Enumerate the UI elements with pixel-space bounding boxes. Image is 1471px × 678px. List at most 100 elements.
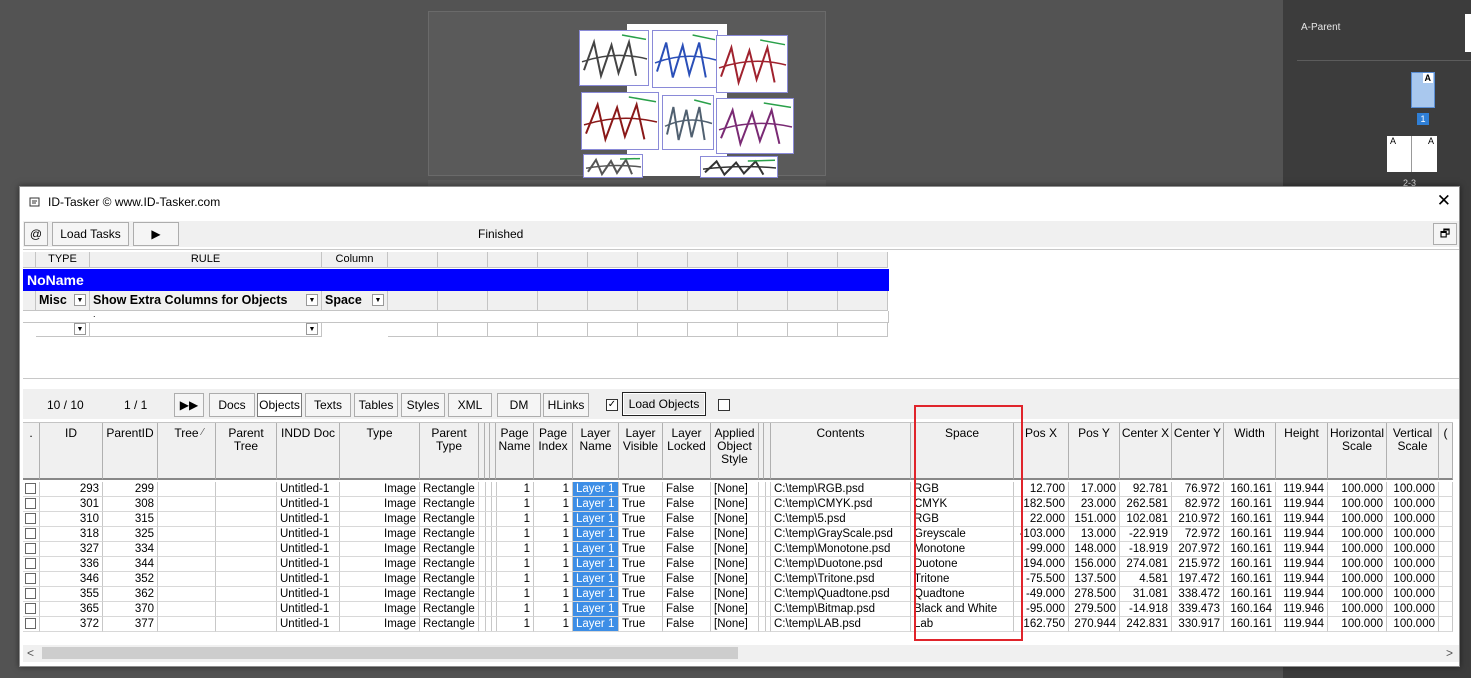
cell-center-x[interactable]: 274.081	[1120, 557, 1172, 572]
chevron-down-icon[interactable]: ▼	[306, 323, 318, 335]
cell-more[interactable]	[1439, 602, 1453, 617]
cell-height[interactable]: 119.944	[1276, 617, 1328, 632]
cell-width[interactable]: 160.161	[1224, 497, 1276, 512]
cell-contents[interactable]: C:\temp\CMYK.psd	[771, 497, 911, 512]
cell-layer-visible[interactable]: True	[619, 482, 663, 497]
cell-parent-type[interactable]: Rectangle	[420, 602, 479, 617]
row-select-cell[interactable]	[23, 542, 40, 557]
cell-horizontal-scale[interactable]: 100.000	[1328, 542, 1387, 557]
cell-more[interactable]	[1439, 617, 1453, 632]
cell-pos-x[interactable]: 182.500	[1014, 497, 1069, 512]
cell-parent-type[interactable]: Rectangle	[420, 482, 479, 497]
cell-more[interactable]	[1439, 497, 1453, 512]
cell-page-name[interactable]: 1	[496, 602, 534, 617]
cell-width[interactable]: 160.161	[1224, 557, 1276, 572]
tab-objects[interactable]: Objects	[257, 393, 302, 417]
rule-empty-cell[interactable]	[388, 291, 438, 311]
cell-parent-type[interactable]: Rectangle	[420, 512, 479, 527]
rule-empty-cell[interactable]	[538, 252, 588, 268]
cell-layer-locked[interactable]: False	[663, 512, 711, 527]
cell-applied-object-style[interactable]: [None]	[711, 572, 759, 587]
rule-empty-cell[interactable]	[688, 323, 738, 337]
cell-sep5[interactable]	[764, 512, 771, 527]
rule-empty-cell[interactable]	[438, 291, 488, 311]
cell-indd-doc[interactable]: Untitled-1	[277, 482, 340, 497]
cell-page-index[interactable]: 1	[534, 602, 573, 617]
cell-page-index[interactable]: 1	[534, 542, 573, 557]
cell-layer-locked[interactable]: False	[663, 542, 711, 557]
cell-vertical-scale[interactable]: 100.000	[1387, 497, 1439, 512]
row-checkbox[interactable]	[25, 588, 36, 599]
cell-tree[interactable]	[158, 542, 216, 557]
cell-parent-id[interactable]: 315	[103, 512, 158, 527]
cell-parent-tree[interactable]	[216, 512, 277, 527]
cell-width[interactable]: 160.161	[1224, 482, 1276, 497]
chevron-down-icon[interactable]: ▼	[306, 294, 318, 306]
cell-type[interactable]: Image	[340, 527, 420, 542]
row-select-cell[interactable]	[23, 572, 40, 587]
cell-layer-name[interactable]: Layer 1	[573, 572, 619, 587]
col-header-center-x[interactable]: Center X	[1120, 423, 1172, 480]
rule-empty-cell[interactable]	[488, 291, 538, 311]
rule-empty-cell[interactable]	[688, 252, 738, 268]
cell-id[interactable]: 365	[40, 602, 103, 617]
tab-hlinks[interactable]: HLinks	[543, 393, 589, 417]
cell-parent-id[interactable]: 377	[103, 617, 158, 632]
cell-applied-object-style[interactable]: [None]	[711, 557, 759, 572]
rule-empty-cell[interactable]	[588, 291, 638, 311]
cell-center-x[interactable]: -18.919	[1120, 542, 1172, 557]
cell-applied-object-style[interactable]: [None]	[711, 602, 759, 617]
cell-height[interactable]: 119.944	[1276, 572, 1328, 587]
cell-parent-type[interactable]: Rectangle	[420, 557, 479, 572]
cell-height[interactable]: 119.944	[1276, 482, 1328, 497]
scrollbar-thumb[interactable]	[42, 647, 738, 659]
cell-layer-locked[interactable]: False	[663, 497, 711, 512]
cell-parent-id[interactable]: 308	[103, 497, 158, 512]
cell-applied-object-style[interactable]: [None]	[711, 617, 759, 632]
cell-more[interactable]	[1439, 512, 1453, 527]
cell-parent-id[interactable]: 325	[103, 527, 158, 542]
col-header-page-index[interactable]: Page Index	[534, 423, 573, 480]
cell-contents[interactable]: C:\temp\Duotone.psd	[771, 557, 911, 572]
cell-parent-id[interactable]: 352	[103, 572, 158, 587]
row-select-cell[interactable]	[23, 587, 40, 602]
cell-applied-object-style[interactable]: [None]	[711, 512, 759, 527]
cell-indd-doc[interactable]: Untitled-1	[277, 572, 340, 587]
cell-indd-doc[interactable]: Untitled-1	[277, 542, 340, 557]
cell-parent-tree[interactable]	[216, 617, 277, 632]
cell-tree[interactable]	[158, 587, 216, 602]
cell-center-x[interactable]: 4.581	[1120, 572, 1172, 587]
col-header-parent-type[interactable]: Parent Type	[420, 423, 479, 480]
cell-id[interactable]: 301	[40, 497, 103, 512]
cell-page-name[interactable]: 1	[496, 512, 534, 527]
cell-contents[interactable]: C:\temp\5.psd	[771, 512, 911, 527]
cell-horizontal-scale[interactable]: 100.000	[1328, 497, 1387, 512]
cell-parent-type[interactable]: Rectangle	[420, 572, 479, 587]
cell-center-y[interactable]: 197.472	[1172, 572, 1224, 587]
row-checkbox[interactable]	[25, 483, 36, 494]
col-header-space[interactable]: Space	[911, 423, 1014, 480]
rule-empty-cell[interactable]	[488, 252, 538, 268]
cell-tree[interactable]	[158, 482, 216, 497]
cell-pos-x[interactable]: -49.000	[1014, 587, 1069, 602]
cell-center-y[interactable]: 338.472	[1172, 587, 1224, 602]
tab-styles[interactable]: Styles	[401, 393, 445, 417]
cell-type[interactable]: Image	[340, 617, 420, 632]
cell-layer-visible[interactable]: True	[619, 512, 663, 527]
cell-id[interactable]: 327	[40, 542, 103, 557]
rule-empty-cell[interactable]	[538, 323, 588, 337]
row-checkbox[interactable]	[25, 573, 36, 584]
row-checkbox[interactable]	[25, 498, 36, 509]
cell-page-name[interactable]: 1	[496, 587, 534, 602]
cell-horizontal-scale[interactable]: 100.000	[1328, 557, 1387, 572]
cell-contents[interactable]: C:\temp\Tritone.psd	[771, 572, 911, 587]
cell-parent-type[interactable]: Rectangle	[420, 587, 479, 602]
cell-indd-doc[interactable]: Untitled-1	[277, 557, 340, 572]
row-checkbox[interactable]	[25, 513, 36, 524]
cell-layer-visible[interactable]: True	[619, 602, 663, 617]
tab-tables[interactable]: Tables	[354, 393, 398, 417]
cell-layer-locked[interactable]: False	[663, 557, 711, 572]
cell-layer-name[interactable]: Layer 1	[573, 617, 619, 632]
cell-parent-tree[interactable]	[216, 557, 277, 572]
cell-parent-tree[interactable]	[216, 497, 277, 512]
